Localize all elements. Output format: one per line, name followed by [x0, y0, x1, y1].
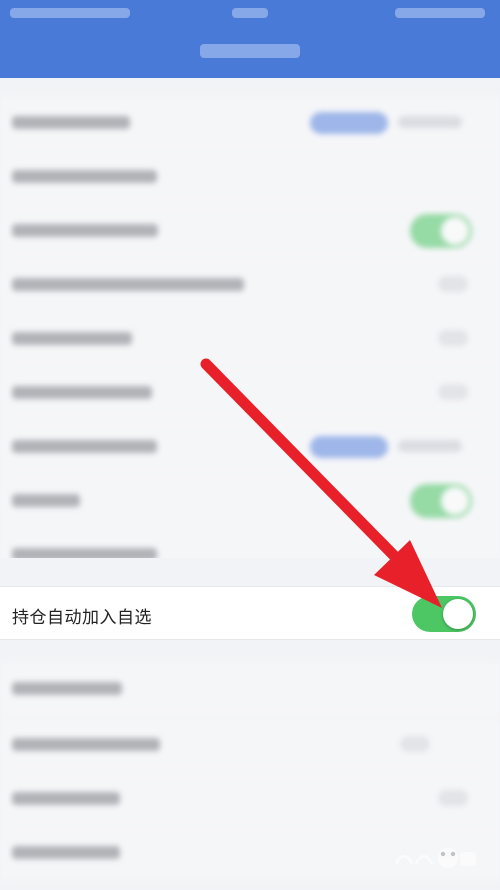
row-value-blurred	[400, 736, 430, 752]
toggle-switch-blurred[interactable]	[438, 384, 468, 400]
settings-row-blurred-10[interactable]	[0, 662, 500, 716]
settings-row-blurred-3[interactable]	[0, 204, 500, 258]
toggle-switch-blurred[interactable]	[438, 276, 468, 292]
settings-row-blurred-7[interactable]	[0, 420, 500, 474]
status-bar-blurred-left	[10, 8, 130, 18]
segment-option[interactable]	[398, 440, 462, 452]
toggle-knob	[443, 599, 473, 629]
page-title-blurred	[200, 44, 300, 58]
baidu-jingyan-watermark-icon	[394, 848, 476, 868]
settings-row-blurred-2[interactable]	[0, 150, 500, 204]
toggle-switch-blurred[interactable]	[410, 484, 472, 518]
settings-row-blurred-11[interactable]	[0, 718, 500, 772]
settings-row-blurred-1[interactable]	[0, 96, 500, 150]
row-label-blurred	[12, 682, 122, 695]
row-label-blurred	[12, 386, 152, 399]
row-label-blurred	[12, 494, 80, 507]
status-bar-blurred-right	[395, 8, 485, 18]
settings-row-blurred-5[interactable]	[0, 312, 500, 366]
row-label-blurred	[12, 278, 244, 291]
settings-row-blurred-8[interactable]	[0, 474, 500, 528]
row-value-blurred	[438, 790, 468, 806]
status-bar-blurred-center	[232, 8, 268, 18]
row-label-blurred	[12, 846, 120, 859]
settings-row-blurred-4[interactable]	[0, 258, 500, 312]
app-header	[0, 0, 500, 78]
segment-option-selected[interactable]	[310, 112, 388, 134]
setting-label: 持仓自动加入自选	[12, 608, 152, 627]
row-label-blurred	[12, 738, 160, 751]
settings-row-blurred-12[interactable]	[0, 772, 500, 826]
segment-option[interactable]	[398, 116, 462, 128]
toggle-switch-blurred[interactable]	[438, 330, 468, 346]
toggle-switch-blurred[interactable]	[410, 214, 472, 248]
row-label-blurred	[12, 116, 130, 129]
auto-add-watchlist-toggle[interactable]	[412, 596, 476, 632]
segment-option-selected[interactable]	[310, 436, 388, 458]
settings-row-blurred-6[interactable]	[0, 366, 500, 420]
row-label-blurred	[12, 224, 158, 237]
row-label-blurred	[12, 440, 157, 453]
setting-row-auto-add-watchlist[interactable]: 持仓自动加入自选	[0, 586, 500, 640]
row-label-blurred	[12, 332, 132, 345]
row-label-blurred	[12, 792, 120, 805]
row-label-blurred	[12, 170, 157, 183]
